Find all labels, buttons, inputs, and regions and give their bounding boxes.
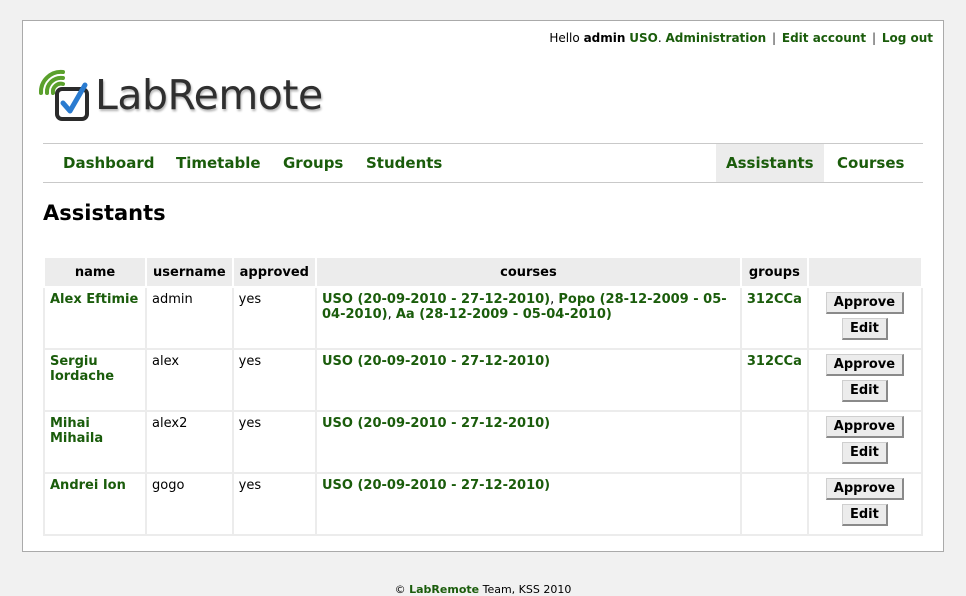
groups-cell bbox=[739, 410, 809, 474]
actions-cell: Approve Edit bbox=[806, 286, 924, 350]
table-row: Alex Eftimie admin yes USO (20-09-2010 -… bbox=[42, 286, 924, 350]
approve-button[interactable]: Approve bbox=[825, 354, 905, 376]
approve-button[interactable]: Approve bbox=[825, 292, 905, 314]
courses-cell: USO (20-09-2010 - 27-12-2010) bbox=[314, 472, 742, 536]
group-link[interactable]: 312CCa bbox=[747, 292, 802, 307]
checkbox-signal-icon bbox=[38, 69, 89, 121]
current-course-link[interactable]: USO bbox=[629, 31, 658, 45]
logout-link[interactable]: Log out bbox=[882, 31, 933, 45]
username-cell: gogo bbox=[145, 472, 234, 536]
edit-button[interactable]: Edit bbox=[842, 380, 888, 402]
footer-brand-link[interactable]: LabRemote bbox=[409, 583, 479, 596]
course-link[interactable]: USO (20-09-2010 - 27-12-2010) bbox=[322, 416, 550, 431]
course-link[interactable]: USO (20-09-2010 - 27-12-2010) bbox=[322, 354, 550, 369]
table-row: Sergiu Iordache alex yes USO (20-09-2010… bbox=[42, 348, 924, 412]
greeting-text: Hello bbox=[549, 31, 580, 45]
nav-assistants[interactable]: Assistants bbox=[716, 144, 824, 182]
course-link[interactable]: USO (20-09-2010 - 27-12-2010) bbox=[322, 478, 550, 493]
courses-cell: USO (20-09-2010 - 27-12-2010) bbox=[314, 348, 742, 412]
group-link[interactable]: 312CCa bbox=[747, 354, 802, 369]
table-row: Mihai Mihaila alex2 yes USO (20-09-2010 … bbox=[42, 410, 924, 474]
column-header: approved bbox=[231, 256, 317, 288]
username-cell: admin bbox=[145, 286, 234, 350]
edit-button[interactable]: Edit bbox=[842, 442, 888, 464]
approved-cell: yes bbox=[231, 348, 317, 412]
copyright-symbol: © bbox=[394, 583, 406, 596]
page-title: Assistants bbox=[43, 201, 166, 225]
edit-button[interactable]: Edit bbox=[842, 504, 888, 526]
nav-courses[interactable]: Courses bbox=[827, 144, 914, 182]
table-row: Andrei Ion gogo yes USO (20-09-2010 - 27… bbox=[42, 472, 924, 536]
main-nav: Dashboard Timetable Groups Students Assi… bbox=[43, 143, 923, 183]
column-header: name bbox=[42, 256, 148, 288]
nav-timetable[interactable]: Timetable bbox=[166, 144, 271, 182]
administration-link[interactable]: Administration bbox=[666, 31, 767, 45]
assistant-name-link[interactable]: Sergiu Iordache bbox=[50, 354, 114, 384]
edit-button[interactable]: Edit bbox=[842, 318, 888, 340]
username-text: admin bbox=[583, 31, 626, 45]
column-header: courses bbox=[314, 256, 742, 288]
assistant-name-link[interactable]: Mihai Mihaila bbox=[50, 416, 103, 446]
username-cell: alex bbox=[145, 348, 234, 412]
username-cell: alex2 bbox=[145, 410, 234, 474]
footer: © LabRemote Team, KSS 2010 bbox=[0, 583, 966, 596]
page-container: Hello admin USO. Administration | Edit a… bbox=[22, 20, 944, 552]
logo[interactable]: LabRemote bbox=[37, 67, 327, 123]
column-header: username bbox=[145, 256, 234, 288]
nav-groups[interactable]: Groups bbox=[273, 144, 353, 182]
actions-cell: Approve Edit bbox=[806, 348, 924, 412]
course-link[interactable]: Aa (28-12-2009 - 05-04-2010) bbox=[396, 307, 612, 322]
approved-cell: yes bbox=[231, 472, 317, 536]
assistant-name-link[interactable]: Andrei Ion bbox=[50, 478, 126, 493]
courses-cell: USO (20-09-2010 - 27-12-2010) bbox=[314, 410, 742, 474]
assistant-name-link[interactable]: Alex Eftimie bbox=[50, 292, 138, 307]
course-link[interactable]: USO (20-09-2010 - 27-12-2010) bbox=[322, 292, 550, 307]
approved-cell: yes bbox=[231, 410, 317, 474]
actions-cell: Approve Edit bbox=[806, 410, 924, 474]
edit-account-link[interactable]: Edit account bbox=[782, 31, 866, 45]
user-bar: Hello admin USO. Administration | Edit a… bbox=[549, 31, 933, 45]
actions-cell: Approve Edit bbox=[806, 472, 924, 536]
groups-cell bbox=[739, 472, 809, 536]
approve-button[interactable]: Approve bbox=[825, 478, 905, 500]
approve-button[interactable]: Approve bbox=[825, 416, 905, 438]
nav-dashboard[interactable]: Dashboard bbox=[53, 144, 164, 182]
logo-text: LabRemote bbox=[95, 71, 323, 119]
column-header bbox=[806, 256, 924, 288]
nav-students[interactable]: Students bbox=[356, 144, 452, 182]
footer-text: Team, KSS 2010 bbox=[482, 583, 572, 596]
assistants-table: name username approved courses groups Al… bbox=[42, 256, 924, 536]
column-header: groups bbox=[739, 256, 809, 288]
approved-cell: yes bbox=[231, 286, 317, 350]
courses-cell: USO (20-09-2010 - 27-12-2010), Popo (28-… bbox=[314, 286, 742, 350]
table-header-row: name username approved courses groups bbox=[42, 256, 924, 288]
